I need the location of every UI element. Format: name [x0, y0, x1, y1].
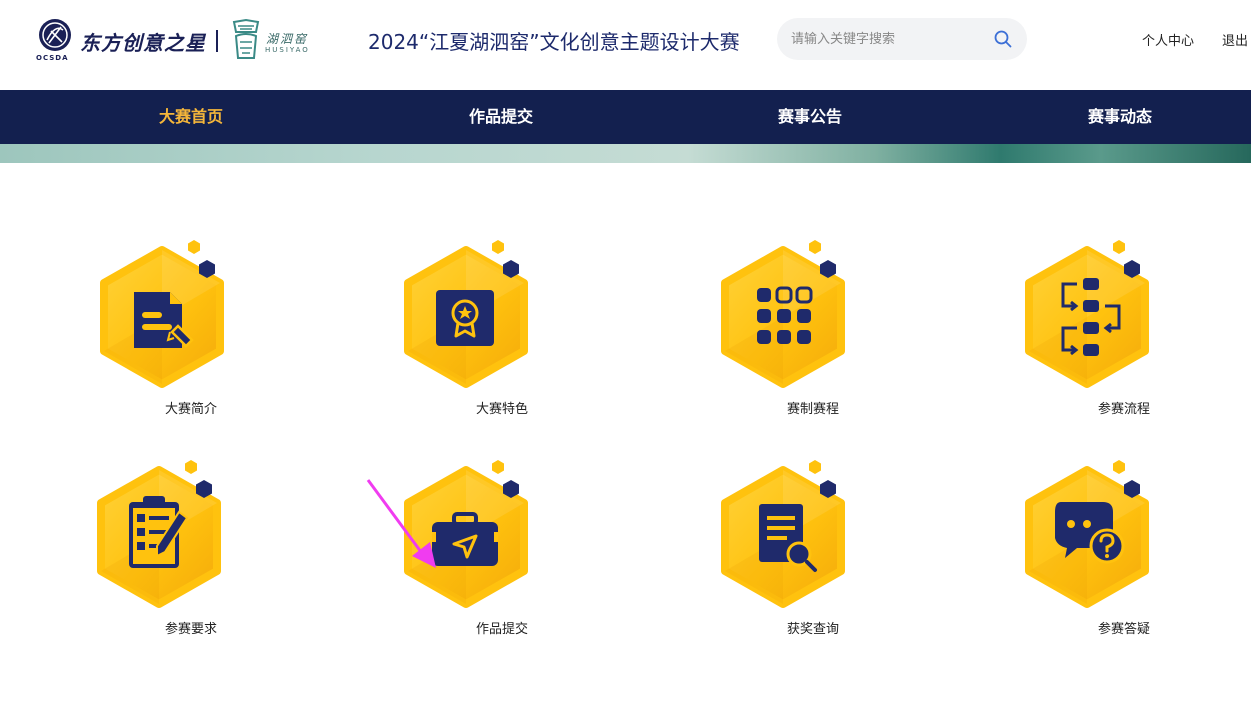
- annotation-arrow-icon: [366, 479, 436, 568]
- document-edit-icon: [82, 240, 242, 400]
- logout-link[interactable]: 退出: [1222, 30, 1248, 49]
- card-process[interactable]: 参赛流程: [1007, 240, 1227, 440]
- emblem-caption: OCSDA: [36, 54, 69, 62]
- card-schedule[interactable]: 赛制赛程: [703, 240, 923, 440]
- husiyao-logo: 湖泗窑 HUSIYAO: [230, 18, 326, 64]
- logo[interactable]: OCSDA 东方创意之星 湖泗窑 HUSIYAO: [36, 18, 326, 64]
- logo-divider: [216, 30, 218, 52]
- award-badge-icon: [386, 240, 546, 400]
- card-awards-query[interactable]: 获奖查询: [703, 460, 923, 660]
- logo-title: 东方创意之星: [80, 30, 206, 55]
- husiyao-emblem: [232, 18, 260, 59]
- nav-item-announcements[interactable]: 赛事公告: [730, 90, 890, 144]
- site-header: OCSDA 东方创意之星 湖泗窑 HUSIYAO 2024“江夏湖泗窑”文化创意…: [0, 0, 1251, 90]
- nav-item-news[interactable]: 赛事动态: [1040, 90, 1200, 144]
- user-center-link[interactable]: 个人中心: [1142, 30, 1194, 49]
- chat-question-icon: [1007, 460, 1167, 620]
- card-label: 参赛流程: [1097, 402, 1150, 417]
- card-faq[interactable]: 参赛答疑: [1007, 460, 1227, 660]
- page-title: 2024“江夏湖泗窑”文化创意主题设计大赛: [368, 30, 740, 54]
- main-nav: 大赛首页 作品提交 赛事公告 赛事动态: [0, 90, 1251, 144]
- grid-dots-icon: [703, 240, 863, 400]
- card-label: 参赛要求: [164, 622, 217, 637]
- card-label: 作品提交: [475, 622, 528, 637]
- flow-process-icon: [1007, 240, 1167, 400]
- card-label: 参赛答疑: [1097, 622, 1150, 637]
- document-search-icon: [703, 460, 863, 620]
- nav-item-home[interactable]: 大赛首页: [111, 90, 271, 144]
- husiyao-en: HUSIYAO: [265, 46, 310, 54]
- search-input[interactable]: [791, 18, 987, 60]
- search-icon[interactable]: [993, 29, 1013, 49]
- husiyao-cn: 湖泗窑: [266, 32, 309, 46]
- nav-item-submit[interactable]: 作品提交: [421, 90, 581, 144]
- card-label: 大赛特色: [475, 402, 528, 417]
- card-features[interactable]: 大赛特色: [386, 240, 606, 440]
- card-label: 赛制赛程: [786, 402, 839, 417]
- card-intro[interactable]: 大赛简介: [82, 240, 302, 440]
- card-label: 获奖查询: [786, 622, 839, 637]
- banner-strip: [0, 144, 1251, 163]
- search-box: [777, 18, 1027, 60]
- ocsda-emblem: OCSDA: [36, 18, 72, 64]
- clipboard-pen-icon: [79, 460, 239, 620]
- card-requirements[interactable]: 参赛要求: [79, 460, 299, 660]
- card-label: 大赛简介: [164, 402, 217, 417]
